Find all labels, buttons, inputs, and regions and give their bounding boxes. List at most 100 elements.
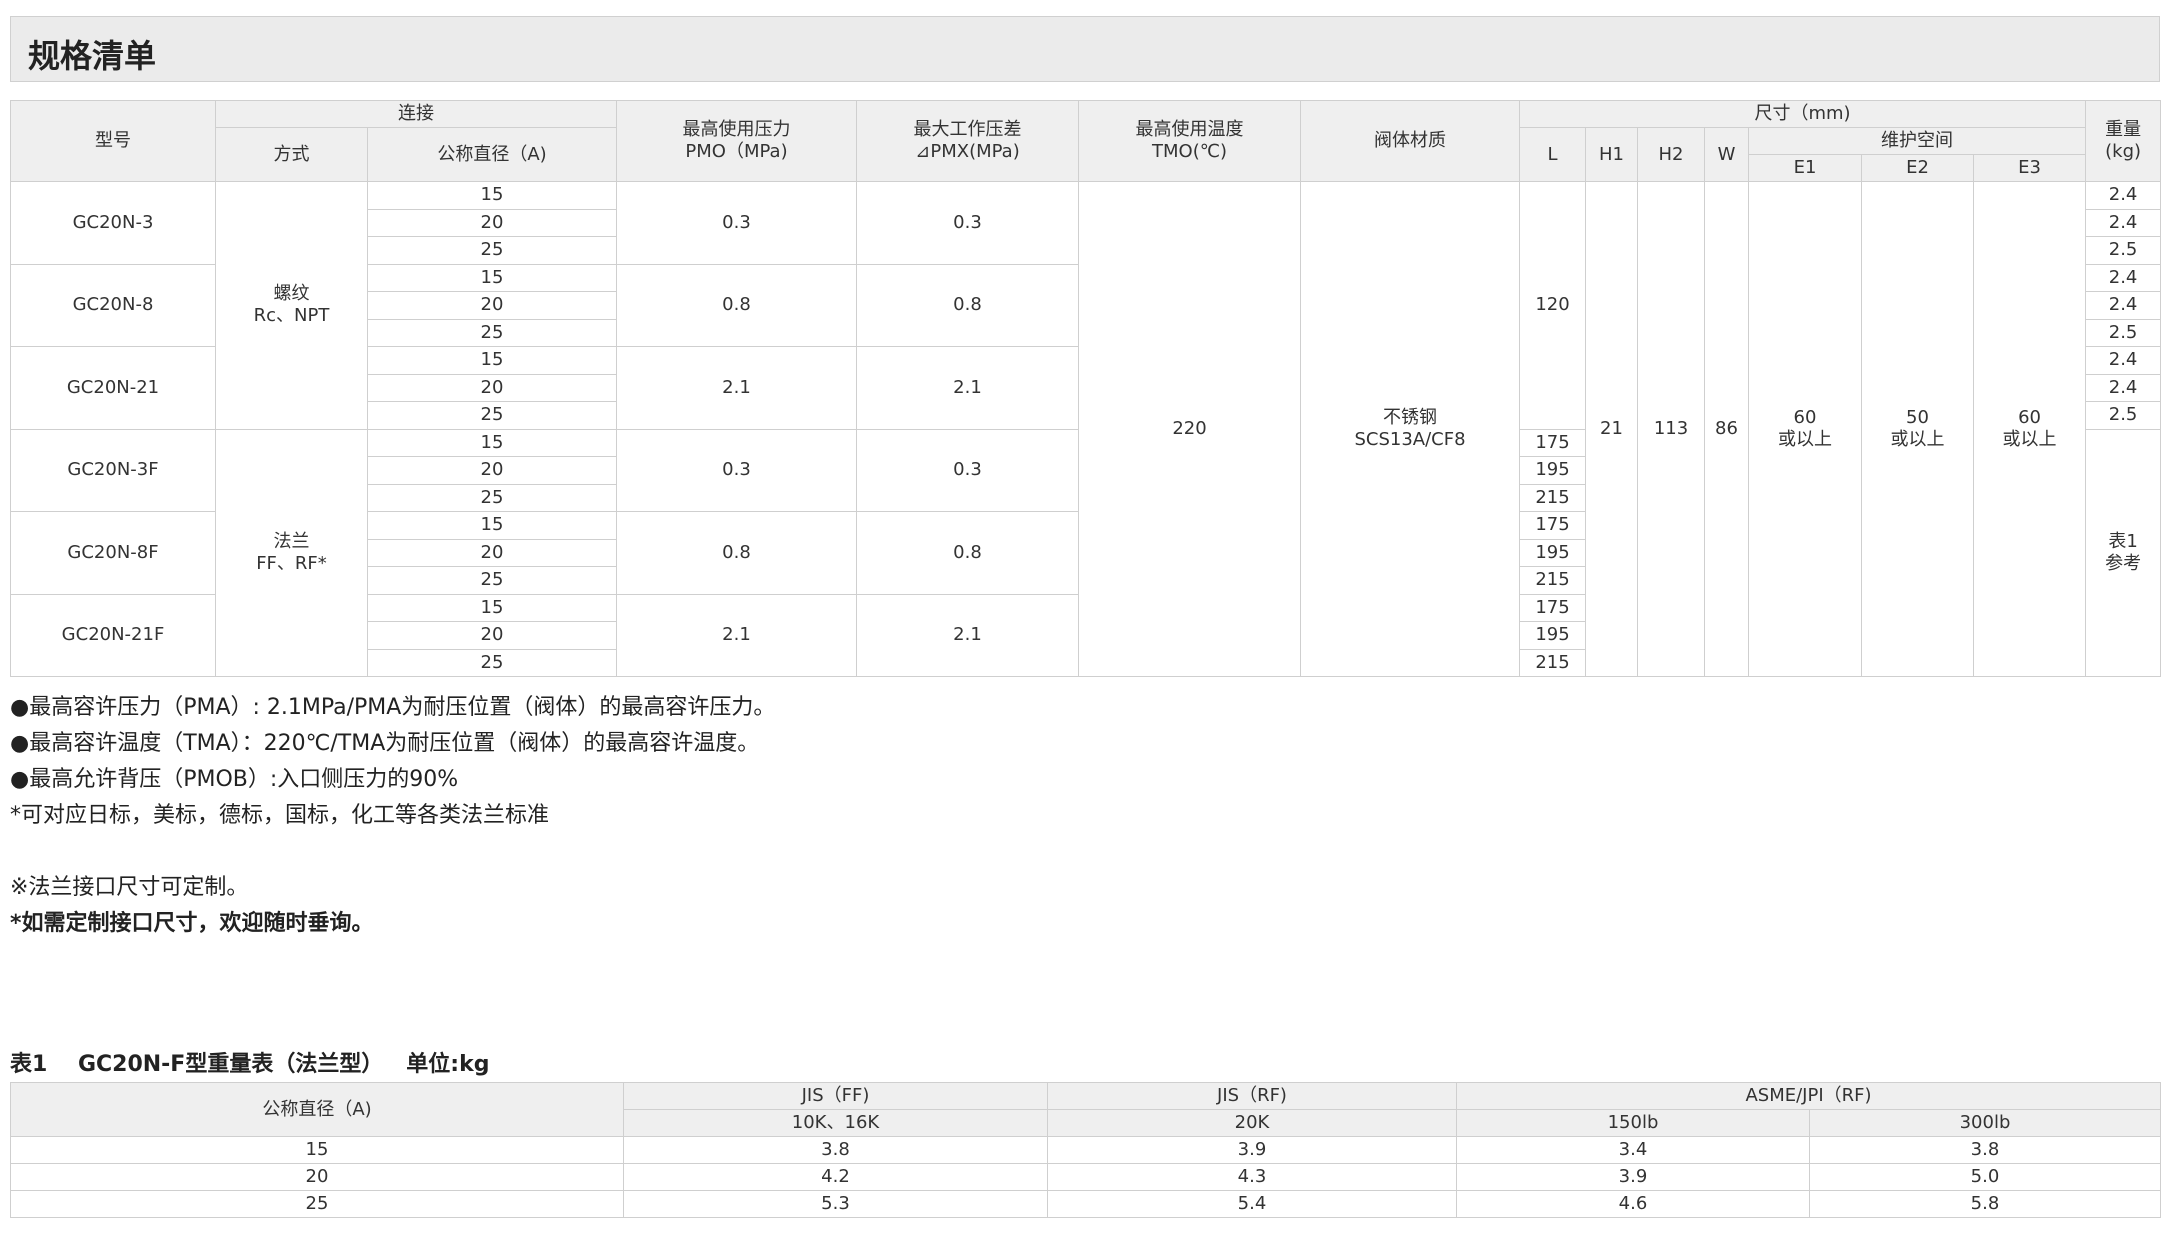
- weight-asme-300-cell: 3.8: [1809, 1136, 2161, 1164]
- thread-method-cell: 螺纹 Rc、NPT: [215, 181, 368, 430]
- diameter-cell: 15: [367, 346, 617, 375]
- col-W-header: W: [1704, 127, 1749, 182]
- weight-jis-ff-cell: 4.2: [623, 1163, 1048, 1191]
- thread-method-l2: Rc、NPT: [253, 305, 330, 327]
- table-row: 15 3.8 3.9 3.4 3.8: [10, 1136, 2161, 1164]
- diameter-cell: 25: [367, 401, 617, 430]
- H1-cell: 21: [1585, 181, 1638, 677]
- col-pmo-header-l1: 最高使用压力: [682, 119, 791, 140]
- diameter-cell: 20: [367, 456, 617, 485]
- E3-cell: 60 或以上: [1972, 181, 2087, 677]
- pmx-cell: 0.3: [856, 181, 1079, 265]
- model-cell: GC20N-8F: [10, 511, 216, 595]
- spec-table: 型号 连接 最高使用压力 PMO（MPa) 最大工作压差 ⊿PMX(MPa) 最高使…: [10, 100, 2162, 677]
- model-cell: GC20N-21F: [10, 593, 216, 677]
- note-custom-flange: ※法兰接口尺寸可定制。: [10, 875, 249, 900]
- col-model-header: 型号: [10, 100, 216, 182]
- L-cell: 175: [1519, 593, 1586, 622]
- col-weight-header: 重量 (kg): [2085, 100, 2162, 182]
- weight-asme-300-cell: 5.8: [1809, 1190, 2161, 1218]
- col-connection-header: 连接: [215, 100, 617, 128]
- pmo-cell: 2.1: [616, 593, 857, 677]
- col-H2-header: H2: [1637, 127, 1705, 182]
- col-E2-header: E2: [1861, 154, 1974, 182]
- weight-table-caption: 表1 GC20N-F型重量表（法兰型） 单位:kg: [10, 1052, 490, 1077]
- flange-method-l1: 法兰: [273, 530, 310, 552]
- E2-l1: 50: [1906, 407, 1929, 428]
- weight-cell: 2.4: [2085, 346, 2162, 375]
- weight-cell: 2.5: [2085, 318, 2162, 347]
- diameter-cell: 15: [367, 263, 617, 292]
- flange-weight-ref-l1: 表1: [2108, 530, 2138, 552]
- L-cell: 215: [1519, 648, 1586, 677]
- col-E3-header: E3: [1972, 154, 2087, 182]
- col-dimensions-header: 尺寸（mm): [1518, 100, 2087, 128]
- table-row: 25 5.3 5.4 4.6 5.8: [10, 1190, 2161, 1218]
- material-cell: 不锈钢 SCS13A/CF8: [1300, 181, 1520, 677]
- weight-asme-300-cell: 5.0: [1809, 1163, 2161, 1191]
- diameter-cell: 15: [367, 511, 617, 540]
- col-diameter-header: 公称直径（A): [367, 127, 617, 182]
- E1-l1: 60: [1793, 407, 1817, 428]
- col-method-header: 方式: [215, 127, 368, 182]
- note-pmob: ●最高允许背压（PMOB）:入口侧压力的90%: [10, 767, 459, 792]
- flange-weight-ref-l2: 参考: [2105, 552, 2142, 574]
- weight-jis-ff-cell: 5.3: [623, 1190, 1048, 1218]
- weight-cell: 2.4: [2085, 291, 2162, 320]
- model-cell: GC20N-21: [10, 346, 216, 430]
- material-l2: SCS13A/CF8: [1354, 429, 1466, 450]
- model-cell: GC20N-3F: [10, 428, 216, 512]
- E1-l2: 或以上: [1778, 429, 1832, 450]
- weight-jis-rf-cell: 5.4: [1047, 1190, 1457, 1218]
- diameter-cell: 20: [367, 208, 617, 237]
- note-pma: ●最高容许压力（PMA）: 2.1MPa/PMA为耐压位置（阀体）的最高容许压力…: [10, 695, 776, 720]
- weight-col-jis-ff-header: JIS（FF): [623, 1082, 1048, 1110]
- weight-col-jis-rf-header: JIS（RF): [1047, 1082, 1457, 1110]
- col-pmo-header: 最高使用压力 PMO（MPa): [616, 100, 857, 182]
- note-flange-standards: *可对应日标，美标，德标，国标，化工等各类法兰标准: [10, 803, 550, 828]
- col-material-header: 阀体材质: [1300, 100, 1520, 182]
- E3-l2: 或以上: [2002, 429, 2057, 450]
- weight-asme-150-cell: 3.9: [1456, 1163, 1810, 1191]
- pmo-cell: 0.8: [616, 511, 857, 595]
- weight-cell: 2.5: [2085, 236, 2162, 265]
- pmx-cell: 0.8: [856, 263, 1079, 347]
- E2-l2: 或以上: [1890, 429, 1945, 450]
- E1-cell: 60 或以上: [1748, 181, 1862, 677]
- pmo-cell: 2.1: [616, 346, 857, 430]
- diameter-cell: 25: [367, 566, 617, 595]
- weight-dn-cell: 25: [10, 1190, 624, 1218]
- weight-cell: 2.4: [2085, 263, 2162, 292]
- weight-cell: 2.4: [2085, 208, 2162, 237]
- col-pmo-header-l2: PMO（MPa): [685, 141, 788, 162]
- note-tma: ●最高容许温度（TMA）：220℃/TMA为耐压位置（阀体）的最高容许温度。: [10, 731, 760, 756]
- col-L-header: L: [1519, 127, 1586, 182]
- table-row: 20 4.2 4.3 3.9 5.0: [10, 1163, 2161, 1191]
- L-cell: 215: [1519, 483, 1586, 512]
- flange-method-cell: 法兰 FF、RF*: [215, 428, 368, 677]
- diameter-cell: 20: [367, 291, 617, 320]
- L-thread-cell: 120: [1519, 181, 1586, 430]
- col-weight-header-l2: (kg): [2105, 141, 2142, 162]
- weight-cell: 2.4: [2085, 181, 2162, 210]
- page-header: 规格清单: [10, 16, 2160, 82]
- diameter-cell: 15: [367, 181, 617, 210]
- flange-method-l2: FF、RF*: [256, 552, 327, 574]
- weight-jis-rf-cell: 4.3: [1047, 1163, 1457, 1191]
- weight-col-asme-header: ASME/JPI（RF): [1456, 1082, 2161, 1110]
- tmo-cell: 220: [1078, 181, 1301, 677]
- col-pmx-header-l1: 最大工作压差: [913, 119, 1022, 140]
- pmo-cell: 0.8: [616, 263, 857, 347]
- col-pmx-header: 最大工作压差 ⊿PMX(MPa): [856, 100, 1079, 182]
- diameter-cell: 20: [367, 373, 617, 402]
- weight-col-asme-300: 300lb: [1809, 1109, 2161, 1137]
- col-H1-header: H1: [1585, 127, 1638, 182]
- note-inquiry: *如需定制接口尺寸，欢迎随时垂询。: [10, 911, 374, 936]
- weight-col-jis-ff-sub: 10K、16K: [623, 1109, 1048, 1137]
- diameter-cell: 15: [367, 428, 617, 457]
- weight-cell: 2.4: [2085, 373, 2162, 402]
- weight-col-jis-rf-sub: 20K: [1047, 1109, 1457, 1137]
- L-cell: 195: [1519, 621, 1586, 650]
- diameter-cell: 25: [367, 318, 617, 347]
- diameter-cell: 25: [367, 648, 617, 677]
